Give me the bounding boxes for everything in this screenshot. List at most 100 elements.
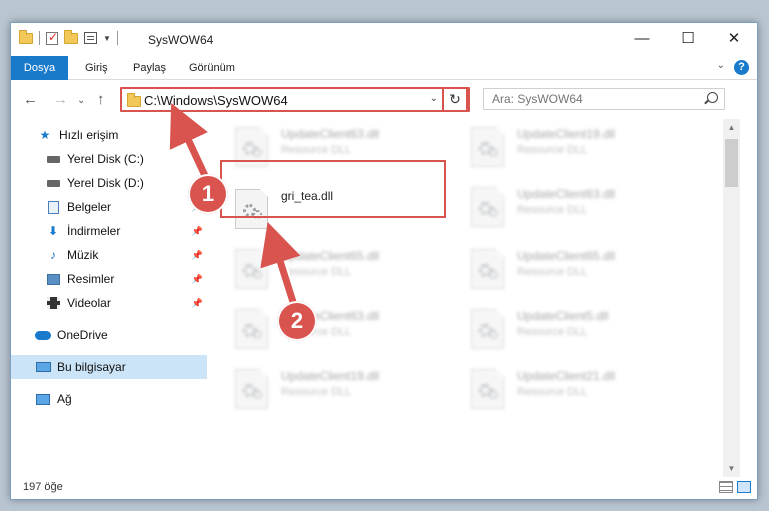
file-name: UpdateClient63.dll [517, 187, 616, 201]
address-bar[interactable]: C:\Windows\SysWOW64 ⌄ ↻ [120, 87, 470, 112]
sidebar-item-downloads[interactable]: ⬇ İndirmeler 📌 [45, 219, 207, 243]
pin-icon[interactable]: 📌 [192, 226, 203, 237]
sidebar-item-label: Yerel Disk (C:) [67, 152, 144, 166]
sidebar-item-label: Bu bilgisayar [57, 360, 126, 374]
star-icon: ★ [39, 128, 51, 142]
pin-icon[interactable]: 📌 [192, 274, 203, 285]
minimize-button[interactable]: — [619, 23, 665, 53]
dll-file-icon [471, 369, 504, 409]
expand-ribbon-chevron-icon[interactable]: ⌄ [717, 60, 725, 71]
file-item[interactable]: UpdateClient19.dll Resource DLL [447, 119, 677, 175]
tab-share[interactable]: Paylaş [121, 56, 178, 80]
dll-file-icon [471, 309, 504, 349]
scroll-thumb[interactable] [725, 139, 738, 187]
sidebar-item-label: Yerel Disk (D:) [67, 176, 144, 190]
dll-file-icon [235, 369, 268, 409]
music-icon: ♪ [50, 248, 56, 262]
pin-icon[interactable]: 📌 [192, 298, 203, 309]
navigation-bar: ← → ⌄ ↑ C:\Windows\SysWOW64 ⌄ ↻ [11, 85, 757, 115]
file-item[interactable]: UpdateClient63.dll Resource DLL [211, 301, 441, 357]
file-item[interactable]: UpdateClient65.dll Resource DLL [211, 241, 441, 297]
sidebar-item-label: Müzik [67, 248, 99, 262]
forward-arrow-icon[interactable]: → [53, 91, 68, 108]
sidebar-item-videos[interactable]: Videolar 📌 [45, 291, 207, 315]
file-type: Resource DLL [281, 266, 352, 278]
file-name: UpdateClient21.dll [517, 369, 616, 383]
sidebar-item-onedrive[interactable]: OneDrive [35, 323, 207, 347]
address-path[interactable]: C:\Windows\SysWOW64 [144, 93, 288, 108]
file-item[interactable]: UpdateClient5.dll Resource DLL [447, 301, 677, 357]
sidebar-item-this-pc[interactable]: Bu bilgisayar [11, 355, 207, 379]
dll-file-icon [235, 309, 268, 349]
dll-file-icon [235, 249, 268, 289]
videos-icon [45, 296, 61, 310]
file-type: Resource DLL [517, 266, 588, 278]
sidebar-item-network[interactable]: Ağ [35, 387, 207, 411]
help-icon[interactable]: ? [734, 60, 749, 75]
search-input[interactable] [492, 89, 692, 109]
file-name: UpdateClient19.dll [517, 127, 616, 141]
sidebar-item-quick-access[interactable]: ★ Hızlı erişim [37, 123, 207, 147]
file-item[interactable]: UpdateClient19.dll Resource DLL [211, 361, 441, 417]
search-box[interactable] [483, 88, 725, 110]
tab-home[interactable]: Giriş [73, 56, 120, 80]
up-arrow-icon[interactable]: ↑ [97, 91, 105, 108]
view-list-icon[interactable] [84, 32, 97, 44]
sidebar-item-label: İndirmeler [67, 224, 121, 238]
back-arrow-icon[interactable]: ← [23, 91, 38, 108]
sidebar-item-label: Resimler [67, 272, 115, 286]
details-view-icon[interactable] [719, 481, 733, 493]
sidebar-item-pictures[interactable]: Resimler 📌 [45, 267, 207, 291]
item-count: 197 öğe [23, 481, 63, 493]
separator [39, 31, 40, 45]
file-type: Resource DLL [281, 144, 352, 156]
file-name: UpdateClient63.dll [281, 127, 380, 141]
downloads-icon: ⬇ [47, 224, 59, 238]
file-name: UpdateClient65.dll [281, 249, 380, 263]
window-title: SysWOW64 [148, 33, 214, 47]
title-bar: ▼ SysWOW64 — ☐ ✕ [11, 23, 757, 55]
pin-icon[interactable]: 📌 [192, 250, 203, 261]
file-highlight-box [220, 160, 446, 218]
network-icon [35, 392, 51, 406]
navigation-pane: ★ Hızlı erişim Yerel Disk (C:) Yerel Dis… [11, 121, 207, 473]
status-bar: 197 öğe [11, 476, 757, 499]
refresh-icon: ↻ [449, 91, 461, 107]
new-folder-icon[interactable] [64, 29, 78, 44]
close-button[interactable]: ✕ [711, 23, 757, 53]
window-controls: — ☐ ✕ [619, 23, 757, 53]
sidebar-item-local-disk-d[interactable]: Yerel Disk (D:) [45, 171, 207, 195]
file-item[interactable]: UpdateClient65.dll Resource DLL [447, 241, 677, 297]
properties-check-icon[interactable] [46, 30, 58, 45]
search-icon[interactable] [707, 92, 718, 103]
vertical-scrollbar[interactable]: ▲ ▼ [723, 119, 740, 477]
callout-badge-2: 2 [277, 301, 317, 341]
tab-file[interactable]: Dosya [11, 56, 68, 80]
file-type: Resource DLL [517, 326, 588, 338]
file-name: UpdateClient5.dll [517, 309, 609, 323]
folder-icon [19, 29, 33, 44]
tab-view[interactable]: Görünüm [177, 56, 247, 80]
sidebar-item-documents[interactable]: Belgeler 📌 [45, 195, 207, 219]
scroll-up-arrow-icon[interactable]: ▲ [723, 119, 740, 136]
explorer-window: ▼ SysWOW64 — ☐ ✕ Dosya Giriş Paylaş Görü… [10, 22, 758, 500]
customize-toolbar-chevron-icon[interactable]: ▼ [103, 34, 111, 43]
recent-locations-chevron-icon[interactable]: ⌄ [77, 95, 85, 106]
file-type: Resource DLL [517, 386, 588, 398]
file-item[interactable]: UpdateClient21.dll Resource DLL [447, 361, 677, 417]
file-item[interactable]: UpdateClient63.dll Resource DLL [447, 179, 677, 235]
documents-icon [45, 200, 61, 214]
dll-file-icon [471, 187, 504, 227]
maximize-button[interactable]: ☐ [665, 23, 711, 53]
refresh-button[interactable]: ↻ [442, 87, 468, 112]
cloud-icon [35, 328, 51, 342]
large-icons-view-icon[interactable] [737, 481, 751, 493]
scroll-down-arrow-icon[interactable]: ▼ [723, 460, 740, 477]
dll-file-icon [471, 127, 504, 167]
computer-icon [35, 360, 51, 374]
address-dropdown-chevron-icon[interactable]: ⌄ [430, 93, 438, 104]
sidebar-item-music[interactable]: ♪ Müzik 📌 [45, 243, 207, 267]
sidebar-item-local-disk-c[interactable]: Yerel Disk (C:) [45, 147, 207, 171]
sidebar-item-label: Videolar [67, 296, 111, 310]
file-type: Resource DLL [281, 386, 352, 398]
